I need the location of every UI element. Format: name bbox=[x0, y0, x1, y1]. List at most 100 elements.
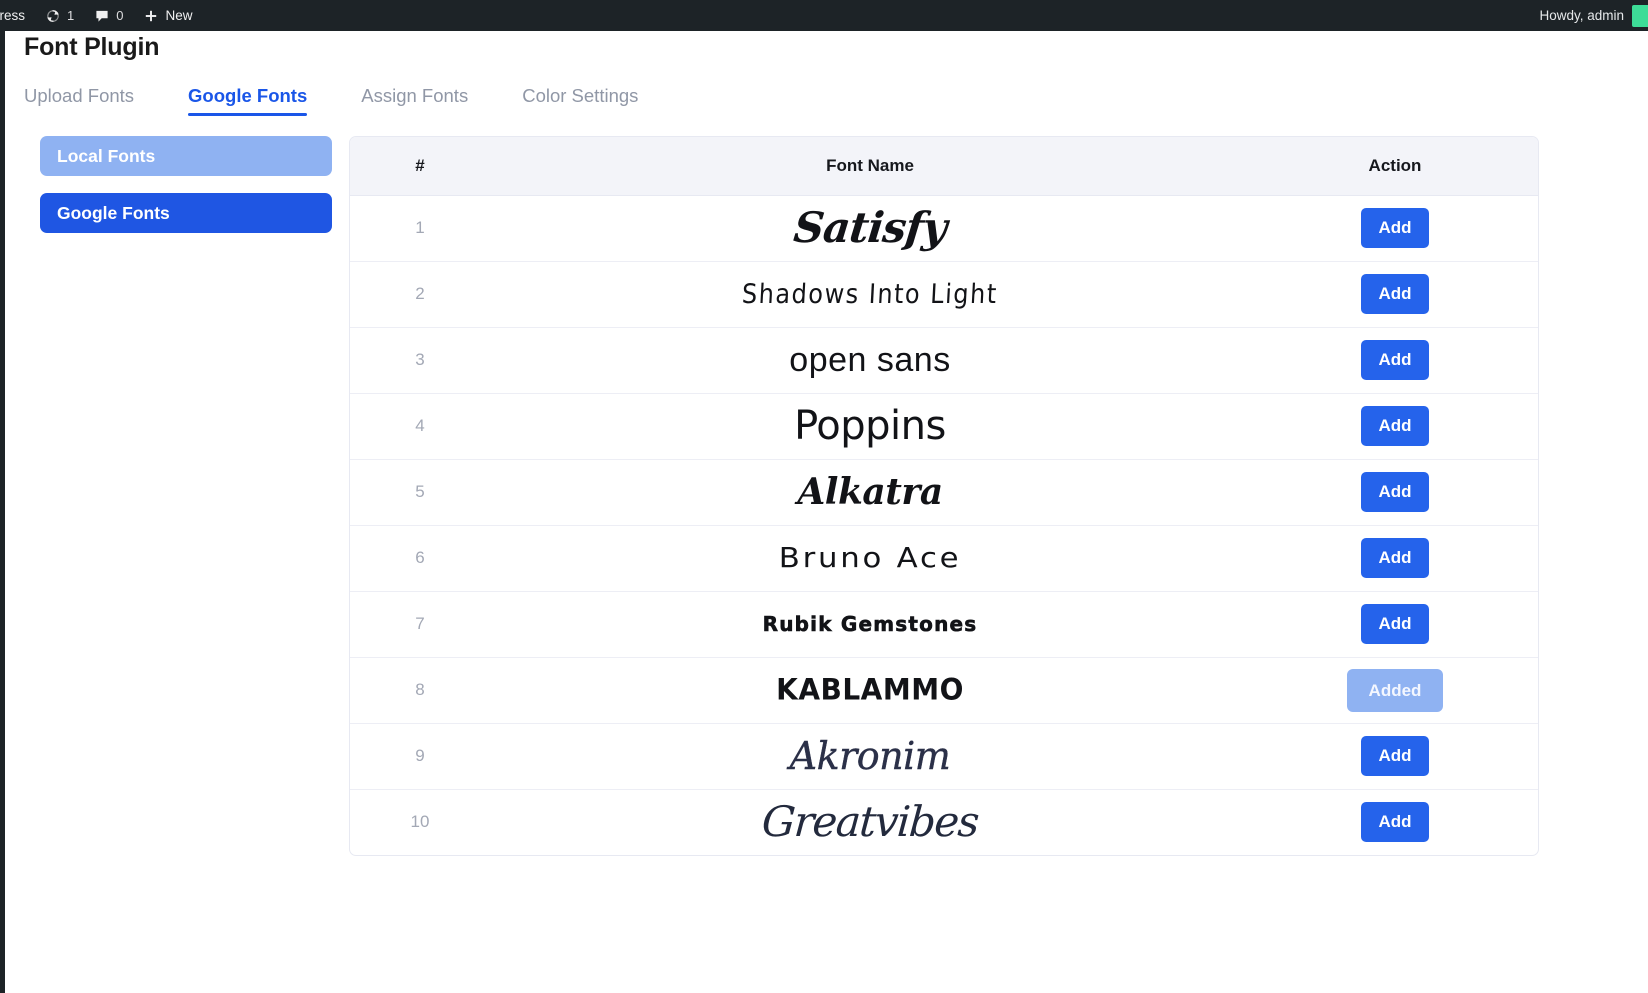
plugin-page: Font Plugin Upload Fonts Google Fonts As… bbox=[5, 31, 1648, 993]
row-index: 5 bbox=[350, 459, 490, 526]
table-row: 10 Greatvibes Add bbox=[350, 789, 1538, 855]
font-name-cell: Shadows Into Light bbox=[490, 261, 1250, 328]
sidebar-item-label: Google Fonts bbox=[57, 203, 170, 223]
column-header-font-name: Font Name bbox=[490, 137, 1250, 196]
page-title: Font Plugin bbox=[24, 33, 160, 61]
tab-label: Color Settings bbox=[522, 85, 639, 106]
admin-bar-updates[interactable]: 1 bbox=[35, 0, 84, 31]
font-preview: Rubik Gemstones bbox=[762, 611, 978, 636]
table-row: 7 Rubik Gemstones Add bbox=[350, 591, 1538, 658]
font-preview: Bruno Ace bbox=[778, 541, 962, 574]
add-font-button[interactable]: Add bbox=[1361, 208, 1429, 248]
site-name-label: press bbox=[0, 8, 26, 23]
font-preview: Satisfy bbox=[791, 203, 949, 252]
table-row: 9 Akronim Add bbox=[350, 723, 1538, 790]
admin-bar-right-group: Howdy, admin bbox=[1539, 0, 1648, 31]
row-index: 8 bbox=[350, 657, 490, 724]
row-index: 1 bbox=[350, 195, 490, 262]
add-font-button[interactable]: Add bbox=[1361, 736, 1429, 776]
row-index: 4 bbox=[350, 393, 490, 460]
table-body: 1 Satisfy Add 2 Shadows Into Light Add 3… bbox=[350, 195, 1538, 855]
font-preview: Shadows Into Light bbox=[741, 278, 999, 310]
add-font-button[interactable]: Add bbox=[1361, 604, 1429, 644]
column-header-action: Action bbox=[1250, 137, 1538, 196]
admin-bar-my-account[interactable]: Howdy, admin bbox=[1539, 4, 1648, 27]
row-index: 9 bbox=[350, 723, 490, 790]
tab-color-settings[interactable]: Color Settings bbox=[522, 79, 638, 116]
tab-google-fonts[interactable]: Google Fonts bbox=[188, 79, 308, 116]
action-cell: Add bbox=[1250, 459, 1538, 526]
table-row: 8 KABLAMMO Added bbox=[350, 657, 1538, 724]
action-cell: Add bbox=[1250, 591, 1538, 658]
comments-count: 0 bbox=[116, 8, 124, 23]
font-name-cell: Alkatra bbox=[490, 459, 1250, 526]
font-preview: Alkatra bbox=[797, 471, 943, 513]
add-font-button[interactable]: Add bbox=[1361, 802, 1429, 843]
font-name-cell: KABLAMMO bbox=[490, 657, 1250, 724]
plus-icon bbox=[143, 8, 159, 24]
table-row: 5 Alkatra Add bbox=[350, 459, 1538, 526]
admin-bar-comments[interactable]: 0 bbox=[84, 0, 133, 31]
howdy-label: Howdy, admin bbox=[1539, 8, 1624, 23]
sidebar-item-google-fonts[interactable]: Google Fonts bbox=[40, 193, 332, 233]
add-font-button[interactable]: Add bbox=[1361, 406, 1429, 446]
tab-label: Google Fonts bbox=[188, 85, 308, 106]
wp-admin-bar: press 1 0 bbox=[0, 0, 1648, 31]
tab-bar: Upload Fonts Google Fonts Assign Fonts C… bbox=[24, 79, 638, 116]
font-preview: KABLAMMO bbox=[776, 672, 964, 707]
tab-upload-fonts[interactable]: Upload Fonts bbox=[24, 79, 134, 116]
sidebar-item-local-fonts[interactable]: Local Fonts bbox=[40, 136, 332, 176]
row-index: 2 bbox=[350, 261, 490, 328]
font-preview: open sans bbox=[789, 341, 951, 379]
table-row: 4 Poppins Add bbox=[350, 393, 1538, 460]
action-cell: Add bbox=[1250, 327, 1538, 394]
avatar bbox=[1632, 4, 1648, 27]
google-fonts-table: # Font Name Action 1 Satisfy Add 2 Shado… bbox=[350, 137, 1538, 855]
action-cell: Add bbox=[1250, 195, 1538, 262]
admin-bar-site-name[interactable]: press bbox=[0, 0, 35, 31]
table-head: # Font Name Action bbox=[350, 137, 1538, 196]
admin-bar-new-content[interactable]: New bbox=[133, 0, 202, 31]
tab-label: Assign Fonts bbox=[361, 85, 469, 106]
fonts-source-sidebar: Local Fonts Google Fonts bbox=[40, 136, 332, 250]
add-font-button[interactable]: Add bbox=[1361, 274, 1429, 314]
font-name-cell: Greatvibes bbox=[490, 789, 1250, 855]
font-preview: Akronim bbox=[789, 734, 951, 778]
admin-bar-left-group: press 1 0 bbox=[0, 0, 203, 31]
row-index: 3 bbox=[350, 327, 490, 394]
action-cell: Add bbox=[1250, 723, 1538, 790]
add-font-button[interactable]: Add bbox=[1361, 340, 1429, 380]
font-preview: Poppins bbox=[794, 403, 946, 449]
comment-icon bbox=[94, 8, 110, 24]
action-cell: Add bbox=[1250, 525, 1538, 592]
tab-assign-fonts[interactable]: Assign Fonts bbox=[361, 79, 468, 116]
table-row: 2 Shadows Into Light Add bbox=[350, 261, 1538, 328]
updates-icon bbox=[45, 8, 61, 24]
action-cell: Add bbox=[1250, 261, 1538, 328]
row-index: 10 bbox=[410, 812, 430, 832]
font-name-cell: Satisfy bbox=[490, 195, 1250, 262]
font-preview: Greatvibes bbox=[760, 797, 980, 847]
updates-count: 1 bbox=[67, 8, 75, 23]
tab-label: Upload Fonts bbox=[24, 85, 135, 106]
column-header-index: # bbox=[350, 137, 490, 196]
row-index: 6 bbox=[350, 525, 490, 592]
table-row: 1 Satisfy Add bbox=[350, 195, 1538, 262]
action-cell: Add bbox=[1250, 789, 1538, 855]
added-font-button: Added bbox=[1347, 668, 1443, 712]
font-name-cell: Poppins bbox=[490, 393, 1250, 460]
collapsed-admin-menu[interactable] bbox=[0, 31, 5, 993]
table-row: 3 open sans Add bbox=[350, 327, 1538, 394]
font-name-cell: Rubik Gemstones bbox=[490, 591, 1250, 658]
add-font-button[interactable]: Add bbox=[1361, 538, 1429, 578]
sidebar-item-label: Local Fonts bbox=[57, 146, 156, 166]
table-header-row: # Font Name Action bbox=[350, 137, 1538, 196]
font-name-cell: Bruno Ace bbox=[490, 525, 1250, 592]
font-name-cell: Akronim bbox=[490, 723, 1250, 790]
google-fonts-table-card: # Font Name Action 1 Satisfy Add 2 Shado… bbox=[349, 136, 1539, 856]
row-index: 7 bbox=[350, 591, 490, 658]
new-content-label: New bbox=[165, 8, 193, 23]
add-font-button[interactable]: Add bbox=[1361, 472, 1429, 512]
action-cell: Added bbox=[1250, 657, 1538, 724]
table-row: 6 Bruno Ace Add bbox=[350, 525, 1538, 592]
